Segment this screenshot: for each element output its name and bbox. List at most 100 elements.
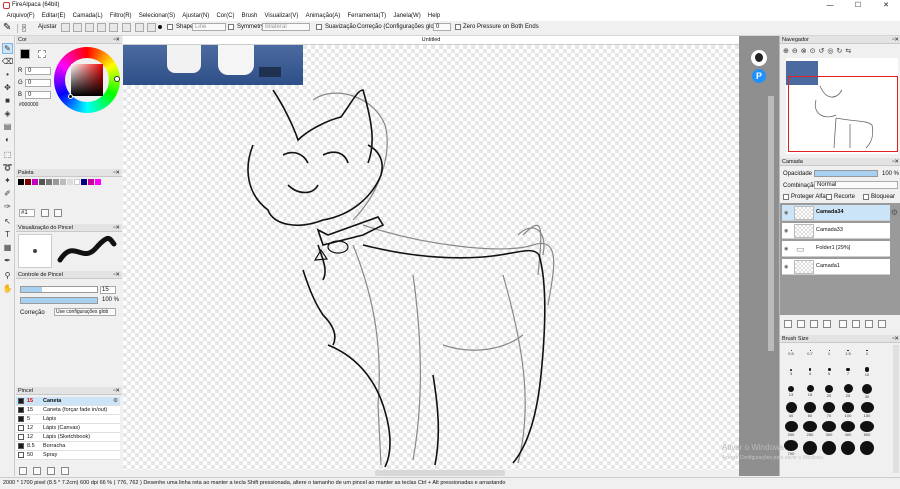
eyedropper-icon[interactable]: ⚲ (2, 270, 13, 281)
palette-swatch[interactable] (32, 179, 38, 185)
brush-size-option[interactable]: 3 (783, 364, 799, 380)
shape-dropdown[interactable]: Line (192, 23, 226, 31)
palette-swatch[interactable] (60, 179, 66, 185)
r-input[interactable]: 0 (25, 67, 51, 75)
new-1bit-layer-icon[interactable] (810, 320, 818, 328)
stroke-mode-3-button[interactable] (85, 23, 94, 32)
stabilizer-checkbox[interactable] (316, 24, 322, 30)
select-pen-icon[interactable]: ✐ (2, 188, 13, 199)
clear-layer-icon[interactable] (865, 320, 873, 328)
lasso-tool-icon[interactable]: ➰ (2, 162, 13, 173)
add-palette-icon[interactable] (41, 209, 49, 217)
brush-size-option[interactable]: 2 (859, 345, 875, 361)
brush-size-option[interactable]: 13 (783, 383, 799, 399)
rotate-reset-icon[interactable]: ◎ (827, 47, 833, 56)
brush-size-option[interactable]: 400 (840, 421, 856, 437)
palette-swatch[interactable] (81, 179, 87, 185)
panel-close-icon[interactable]: ▫✕ (113, 387, 120, 395)
palette-swatch[interactable] (18, 179, 24, 185)
zoom-fit-icon[interactable]: ⊗ (801, 47, 807, 56)
eraser-tool-icon[interactable]: ⌫ (2, 56, 13, 67)
brush-item[interactable]: 15 Caneta (forçar fade in/out) (16, 406, 120, 415)
zoom-out-icon[interactable]: ⊖ (792, 47, 798, 56)
palette-swatch[interactable] (39, 179, 45, 185)
brush-item[interactable]: 15 Caneta ⚙ (16, 397, 120, 406)
select-rect-icon[interactable]: ⬚ (2, 149, 13, 160)
document-tab[interactable]: Untitled (123, 36, 739, 45)
menu-janela[interactable]: Janela(W) (390, 11, 425, 21)
palette-swatch[interactable] (95, 179, 101, 185)
palette-swatch[interactable] (67, 179, 73, 185)
brush-size-option[interactable] (840, 440, 856, 456)
brush-size-option[interactable]: 500 (859, 421, 875, 437)
brush-size-option[interactable]: 100 (840, 402, 856, 418)
brush-size-option[interactable]: 150 (859, 402, 875, 418)
horizontal-scrollbar[interactable] (375, 470, 505, 476)
gear-icon[interactable]: ⚙ (113, 397, 118, 406)
brush-size-option[interactable] (802, 440, 818, 456)
duplicate-brush-icon[interactable] (47, 467, 55, 475)
brush-item[interactable]: 5 Lápis (16, 415, 120, 424)
zoom-actual-icon[interactable]: ⊙ (810, 47, 816, 56)
palette-swatch[interactable] (25, 179, 31, 185)
flip-icon[interactable]: ⇆ (845, 47, 851, 56)
stroke-mode-2-button[interactable] (73, 23, 82, 32)
brush-size-option[interactable]: 10 (859, 364, 875, 380)
brush-item[interactable]: 8.5 Borracha (16, 442, 120, 451)
menu-brush[interactable]: Brush (238, 11, 261, 21)
bucket-tool-icon[interactable]: ◈ (2, 108, 13, 119)
minimize-button[interactable]: — (816, 0, 844, 11)
stroke-mode-4-button[interactable] (97, 23, 106, 32)
layer-row[interactable]: ◉ ▭ Folder1 [29%] (782, 241, 890, 257)
brush-size-option[interactable]: 0.7 (802, 345, 818, 361)
brush-size-option[interactable]: 30 (859, 383, 875, 399)
stroke-mode-6-button[interactable] (122, 23, 131, 32)
palette-selector[interactable]: #1 (19, 209, 35, 217)
avatar[interactable] (751, 50, 767, 66)
blur-tool-icon[interactable]: ◐ (2, 134, 13, 145)
layer-row[interactable]: ◉ Camada33 (782, 223, 890, 239)
palette-swatch[interactable] (46, 179, 52, 185)
frame-divider-icon[interactable]: ▦ (2, 242, 13, 253)
menu-ajustar[interactable]: Ajustar(N) (179, 11, 213, 21)
g-input[interactable]: 0 (25, 79, 51, 87)
hue-cursor[interactable] (114, 76, 120, 82)
merge-layer-icon[interactable] (852, 320, 860, 328)
visibility-icon[interactable]: ◉ (784, 246, 788, 252)
brush-size-option[interactable] (821, 440, 837, 456)
symmetry-dropdown[interactable]: Bilateral (262, 23, 310, 31)
delete-layer-icon[interactable] (878, 320, 886, 328)
visibility-icon[interactable]: ◉ (784, 264, 788, 270)
panel-close-icon[interactable]: ▫✕ (892, 335, 899, 343)
pixiv-icon[interactable]: P (752, 69, 766, 83)
palette-swatch[interactable] (88, 179, 94, 185)
dropper-tool-icon[interactable]: ✒ (2, 255, 13, 266)
brush-folder-icon[interactable] (33, 467, 41, 475)
brush-size-option[interactable]: 20 (821, 383, 837, 399)
delete-palette-icon[interactable] (54, 209, 62, 217)
maximize-button[interactable]: ☐ (844, 0, 872, 11)
brush-size-option[interactable]: 70 (821, 402, 837, 418)
brush-correction-dropdown[interactable]: Use configurações glob (54, 308, 116, 316)
brush-size-option[interactable]: 1 (821, 345, 837, 361)
palette-swatch[interactable] (74, 179, 80, 185)
move-tool-icon[interactable]: ✥ (2, 82, 13, 93)
duplicate-layer-icon[interactable] (839, 320, 847, 328)
gradient-tool-icon[interactable]: ▤ (2, 121, 13, 132)
layer-row[interactable]: ◉ Camada1 (782, 259, 890, 275)
chevron-icon[interactable]: › (22, 24, 26, 32)
menu-selecionar[interactable]: Selecionar(S) (135, 11, 179, 21)
palette-swatch[interactable] (53, 179, 59, 185)
panel-close-icon[interactable]: ▫✕ (113, 224, 120, 232)
zoom-in-icon[interactable]: ⊕ (783, 47, 789, 56)
brush-size-option[interactable]: 25 (840, 383, 856, 399)
sv-square[interactable] (71, 64, 103, 96)
brush-item[interactable]: 12 Lápis (Canvas) (16, 424, 120, 433)
vertical-scrollbar[interactable] (768, 96, 774, 351)
operation-tool-icon[interactable]: ↖ (2, 216, 13, 227)
visibility-icon[interactable]: ◉ (784, 228, 788, 234)
layer-opacity-slider[interactable] (814, 170, 878, 177)
menu-animacao[interactable]: Animação(A) (302, 11, 344, 21)
stroke-mode-8-button[interactable] (147, 23, 156, 32)
brush-size-option[interactable]: 200 (783, 421, 799, 437)
